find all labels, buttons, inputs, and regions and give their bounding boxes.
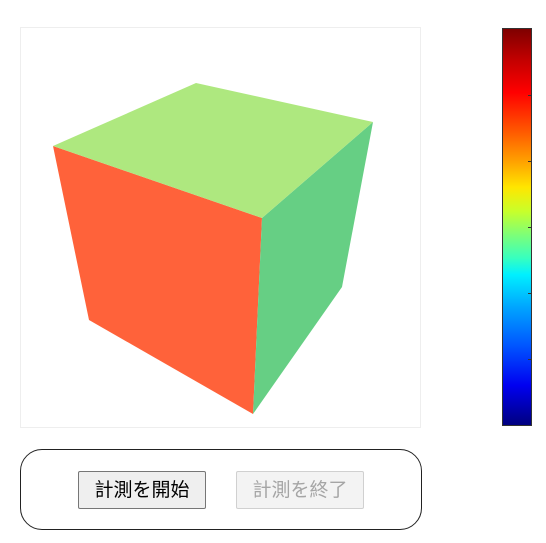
colorbar: [502, 28, 532, 426]
colorbar-tick: [528, 161, 531, 162]
colorbar-tick: [528, 293, 531, 294]
start-measurement-button[interactable]: 計測を開始: [78, 471, 206, 509]
3d-viewport[interactable]: [20, 27, 421, 428]
stop-measurement-button[interactable]: 計測を終了: [236, 471, 364, 509]
colorbar-tick: [528, 95, 531, 96]
colorbar-tick: [528, 227, 531, 228]
measurement-controls: 計測を開始 計測を終了: [20, 449, 422, 530]
cube-render: [53, 83, 373, 414]
colorbar-tick: [528, 359, 531, 360]
